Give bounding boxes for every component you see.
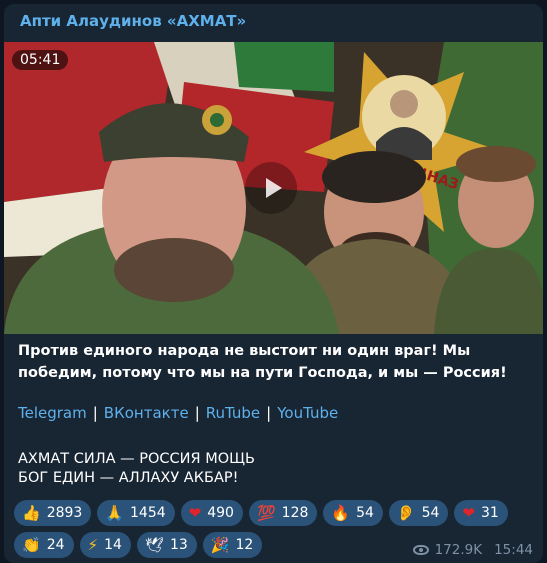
link-separator: | [92,404,98,422]
link-separator: | [194,404,200,422]
reaction-hundred-points[interactable]: 💯 128 [248,500,318,526]
reaction-count: 14 [104,537,122,553]
reactions-row: 👏 24 ⚡ 14 🕊 13 🎉 12 [14,532,263,558]
link-youtube[interactable]: YouTube [277,404,338,422]
dove-icon: 🕊 [144,536,164,554]
reactions-row: 👍 2893 🙏 1454 ❤ 490 💯 128 🔥 54 👂 54 ❤ 31 [14,500,508,526]
ear-icon: 👂 [396,504,416,522]
clapping-hands-icon: 👏 [22,536,41,554]
heart-on-fire-icon: ❤ [462,504,475,522]
slogan-line: БОГ ЕДИН — АЛЛАХУ АКБАР! [18,470,239,486]
fire-icon: 🔥 [331,504,351,522]
reaction-count: 24 [46,537,65,553]
link-telegram[interactable]: Telegram [18,404,87,422]
views-icon [412,545,429,555]
message-time: 15:44 [494,542,533,558]
reaction-ear[interactable]: 👂 54 [388,500,449,526]
link-vkontakte[interactable]: ВКонтакте [104,404,189,422]
slogan-line: АХМАТ СИЛА — РОССИЯ МОЩЬ [18,451,255,467]
reaction-fire[interactable]: 🔥 54 [323,500,383,526]
reaction-red-heart[interactable]: ❤ 490 [180,500,243,526]
red-heart-icon: ❤ [188,504,202,522]
reaction-count: 54 [356,505,374,521]
reaction-dove[interactable]: 🕊 13 [136,532,197,558]
reaction-count: 13 [169,537,188,553]
link-separator: | [266,404,272,422]
slogans: АХМАТ СИЛА — РОССИЯ МОЩЬ БОГ ЕДИН — АЛЛА… [18,450,255,488]
party-popper-icon: 🎉 [210,536,230,554]
thumbs-up-icon: 👍 [22,504,41,522]
link-rutube[interactable]: RuTube [206,404,260,422]
reaction-party-popper[interactable]: 🎉 12 [202,532,263,558]
channel-name[interactable]: Апти Алаудинов «АХМАТ» [20,12,246,30]
reaction-count: 128 [281,505,309,521]
reaction-count: 490 [207,505,234,521]
video-player[interactable]: СПЕЦНАЗ 05:41 [4,42,543,334]
view-count: 172.9K [434,542,483,558]
video-duration: 05:41 [12,50,69,70]
reaction-count: 2893 [46,505,83,521]
reaction-thumbs-up[interactable]: 👍 2893 [14,500,92,526]
message-caption: Против единого народа не выстоит ни один… [18,343,507,381]
message-meta: 172.9K 15:44 [412,542,533,558]
play-icon[interactable] [245,162,297,214]
high-voltage-icon: ⚡ [87,536,99,554]
reaction-count: 54 [421,505,440,521]
message-bubble: Апти Алаудинов «АХМАТ» СПЕЦНАЗ [4,4,543,563]
reaction-count: 12 [235,537,254,553]
reaction-praying-hands[interactable]: 🙏 1454 [97,500,175,526]
links-row: Telegram | ВКонтакте | RuTube | YouTube [18,404,338,422]
reaction-count: 31 [481,505,499,521]
reaction-count: 1454 [130,505,166,521]
reaction-high-voltage[interactable]: ⚡ 14 [79,532,131,558]
reaction-clapping-hands[interactable]: 👏 24 [14,532,74,558]
reaction-heart-on-fire[interactable]: ❤ 31 [454,500,508,526]
hundred-points-icon: 💯 [256,504,276,522]
praying-hands-icon: 🙏 [105,504,125,522]
